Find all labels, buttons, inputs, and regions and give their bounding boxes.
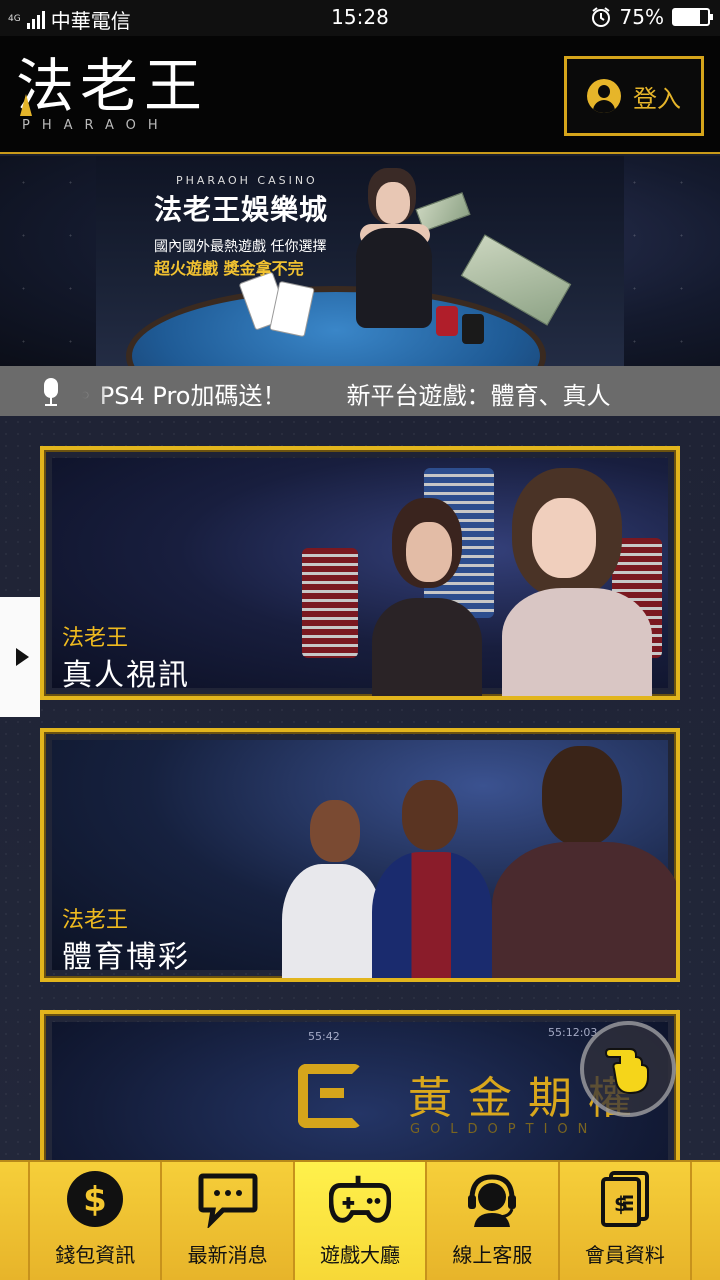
card-brand: 法老王 xyxy=(62,908,129,933)
app-header: 法老王 PHARAOH 登入 xyxy=(0,36,720,154)
logo-chinese: 法老王 xyxy=(16,52,209,120)
pointing-hand-icon xyxy=(604,1048,649,1095)
battery-icon xyxy=(672,8,713,26)
status-bar: 4G 中華電信 15:28 75% xyxy=(0,0,720,36)
gold-option-logo-icon xyxy=(298,1064,362,1128)
logo-english: PHARAOH xyxy=(22,118,170,133)
nav-label: 最新消息 xyxy=(187,1243,268,1267)
banner-subtitle: PHARAOH CASINO xyxy=(176,174,318,187)
wallet-dollar-icon: $ xyxy=(64,1169,126,1229)
user-icon xyxy=(587,79,621,113)
gold-option-subtitle: GOLDOPTION xyxy=(410,1122,598,1137)
banner-line-1: 國內國外最熱遊戲 任你選擇 xyxy=(154,239,327,255)
news-ticker[interactable]: ◦ PS4 Pro加碼送！ 新平台遊戲：體育、真人 xyxy=(0,366,720,416)
logo-triangle-icon xyxy=(20,94,32,116)
headset-icon xyxy=(461,1169,523,1229)
ticker-item: 新平台遊戲：體育、真人 xyxy=(346,382,611,410)
document-dollar-icon: $ xyxy=(594,1169,656,1229)
nav-customer-service[interactable]: 線上客服 xyxy=(427,1162,560,1280)
nav-member-info[interactable]: $ 會員資料 xyxy=(560,1162,693,1280)
status-right: 75% xyxy=(590,5,713,29)
nav-label: 會員資料 xyxy=(584,1243,665,1267)
microphone-icon xyxy=(44,378,58,398)
chart-number: 55:42 xyxy=(308,1030,340,1043)
nav-label: 遊戲大廳 xyxy=(320,1243,401,1267)
game-card-live[interactable]: 法老王 真人視訊 xyxy=(40,446,680,700)
battery-fill xyxy=(674,10,700,24)
hostess-image xyxy=(346,168,441,358)
floating-assistive-button[interactable] xyxy=(580,1021,676,1117)
chips-image xyxy=(462,314,484,344)
game-card-sports[interactable]: 法老王 體育博彩 xyxy=(40,728,680,982)
chart-number: 55:12:03 xyxy=(548,1026,598,1039)
nav-wallet[interactable]: $ 錢包資訊 xyxy=(28,1162,163,1280)
ticker-fade xyxy=(70,366,110,416)
nav-game-lobby[interactable]: 遊戲大廳 xyxy=(294,1162,428,1280)
side-drawer-toggle[interactable] xyxy=(0,597,40,717)
promo-banner[interactable]: PHARAOH CASINO 法老王娛樂城 國內國外最熱遊戲 任你選擇 超火遊戲… xyxy=(0,156,720,366)
ticker-track: ◦ PS4 Pro加碼送！ 新平台遊戲：體育、真人 xyxy=(78,376,610,411)
banner-artwork: PHARAOH CASINO 法老王娛樂城 國內國外最熱遊戲 任你選擇 超火遊戲… xyxy=(96,156,624,366)
gamepad-icon xyxy=(329,1169,392,1229)
card-title: 體育博彩 xyxy=(62,940,190,975)
nav-news[interactable]: 最新消息 xyxy=(162,1162,295,1280)
banner-line-2: 超火遊戲 獎金拿不完 xyxy=(154,259,304,278)
login-button[interactable]: 登入 xyxy=(564,56,704,136)
alarm-icon xyxy=(591,7,610,27)
nav-label: 線上客服 xyxy=(452,1243,533,1267)
chat-bubble-icon xyxy=(197,1169,259,1229)
app-root: 4G 中華電信 15:28 75% 法老王 PHARAOH 登入 PHARAOH… xyxy=(0,0,720,1280)
card-brand: 法老王 xyxy=(62,626,129,651)
bottom-navigation: $ 錢包資訊 最新消息 遊戲大廳 線上客服 $ 會員資料 xyxy=(0,1160,720,1280)
battery-percent: 75% xyxy=(619,5,664,29)
banner-title: 法老王娛樂城 xyxy=(154,193,329,226)
nav-label: 錢包資訊 xyxy=(55,1243,136,1267)
login-label: 登入 xyxy=(633,84,681,113)
svg-text:$: $ xyxy=(83,1180,107,1220)
play-arrow-icon xyxy=(15,648,29,666)
card-title: 真人視訊 xyxy=(62,658,190,693)
pharaoh-logo[interactable]: 法老王 PHARAOH xyxy=(16,54,208,133)
